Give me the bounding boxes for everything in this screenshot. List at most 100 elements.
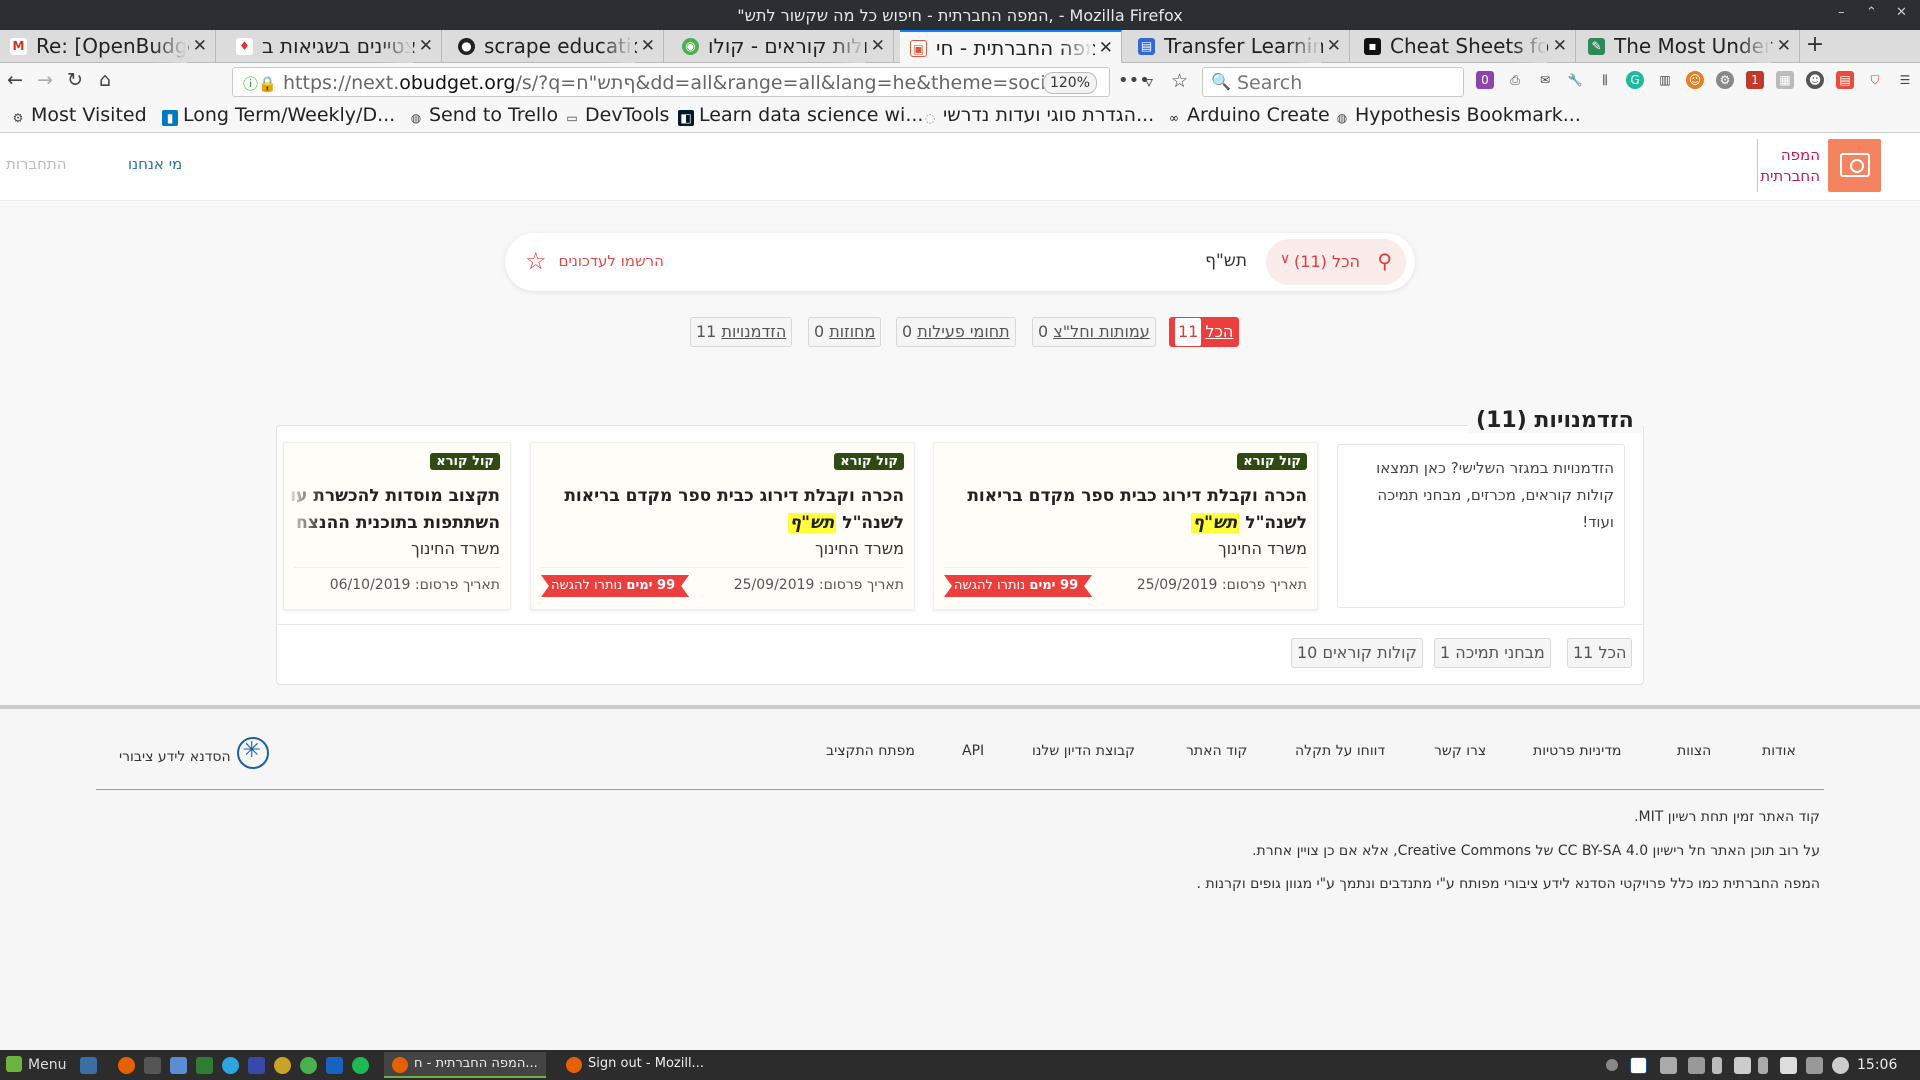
bookmark-most-visited[interactable]: ⚙ Most Visited	[10, 104, 147, 126]
user-icon[interactable]	[1606, 1059, 1618, 1071]
footer-link-budget-key[interactable]: מפתח התקציב	[826, 743, 915, 759]
footer-link-api[interactable]: API	[962, 743, 984, 759]
close-tab-icon[interactable]: ✕	[415, 30, 433, 63]
editor-icon[interactable]	[196, 1057, 213, 1074]
footer-link-team[interactable]: הצוות	[1677, 743, 1711, 759]
card-title[interactable]: הכרה וקבלת דירוג כבית ספר מקדם בריאות לש…	[531, 483, 904, 537]
telegram-icon[interactable]	[222, 1057, 239, 1074]
taskbar-firefox-window[interactable]: המפה החברתית - ח...	[384, 1052, 546, 1078]
result-card[interactable]: קול קורא תקצוב מוסדות להכשרת עו השתתפות …	[283, 442, 511, 610]
app-green-icon[interactable]	[300, 1057, 317, 1074]
home-icon[interactable]: ⌂	[92, 69, 118, 91]
tab-transfer-learning[interactable]: ▤ Transfer Learning ✕	[1128, 30, 1350, 63]
bookmark-hypothesis[interactable]: ◍ Hypothesis Bookmark...	[1334, 104, 1581, 126]
print-icon[interactable]: ⎙	[1506, 71, 1524, 89]
close-tab-icon[interactable]: ✕	[637, 30, 655, 63]
filter-tab-all[interactable]: הכל11	[1169, 317, 1240, 347]
dropbox-icon[interactable]	[1780, 1057, 1797, 1074]
tab-most-underrated[interactable]: ✎ The Most Underra ✕	[1578, 30, 1800, 63]
tab-gmail[interactable]: M Re: [OpenBudget/ ✕	[0, 30, 216, 63]
shield-icon[interactable]	[1734, 1057, 1751, 1074]
app-icon[interactable]	[248, 1057, 265, 1074]
lock-icon[interactable]: ⓘ🔒	[243, 73, 277, 94]
taskbar-firefox-window-2[interactable]: Sign out - Mozill...	[558, 1052, 712, 1078]
filter-tab-organizations[interactable]: עמותות וחל"צ 0	[1032, 317, 1156, 347]
files-icon[interactable]	[170, 1057, 187, 1074]
reload-icon[interactable]: ↻	[62, 69, 88, 91]
footer-link-report-bug[interactable]: דווחו על תקלה	[1295, 743, 1385, 759]
footer-link-about[interactable]: אודות	[1762, 743, 1796, 759]
pocket-icon[interactable]: ▿	[1145, 72, 1153, 91]
close-tab-icon[interactable]: ✕	[1094, 32, 1113, 64]
hasadna-link[interactable]: הסדנא לידע ציבורי	[119, 737, 269, 773]
firefox-icon[interactable]	[118, 1057, 135, 1074]
volume-icon[interactable]	[1688, 1057, 1705, 1074]
maximize-icon[interactable]: ⌃	[1866, 5, 1877, 20]
clock[interactable]: 15:06	[1857, 1057, 1897, 1073]
start-menu-button[interactable]: Menu	[6, 1056, 66, 1073]
close-window-icon[interactable]: ✕	[1896, 5, 1907, 20]
filter-tab-opportunities[interactable]: הזדמנויות 11	[690, 317, 793, 347]
filter-tab-districts[interactable]: מחוזות 0	[808, 317, 882, 347]
wrench-icon[interactable]: 🔧	[1566, 71, 1584, 89]
close-tab-icon[interactable]: ✕	[189, 30, 207, 63]
search-filter-dropdown[interactable]: ⚲ הכל (11) ∨	[1266, 239, 1406, 285]
close-tab-icon[interactable]: ✕	[867, 30, 885, 63]
spotify-icon[interactable]	[352, 1057, 369, 1074]
site-logo-text[interactable]: המפה החברתית	[1740, 145, 1820, 187]
extension-face-icon[interactable]: ☺	[1686, 71, 1704, 89]
bookmark-datacamp[interactable]: ◧ Learn data science wi...	[678, 104, 923, 126]
filter-tab-activity-areas[interactable]: תחומי פעילות 0	[896, 317, 1016, 347]
bookmark-arduino[interactable]: ∞ Arduino Create	[1166, 104, 1330, 126]
nav-login-link[interactable]: התחברות	[6, 155, 67, 173]
extension-grid-icon[interactable]: ▦	[1776, 71, 1794, 89]
tab-kolot-korim[interactable]: ◉ קולות קוראים - קולו ✕	[672, 30, 894, 63]
keyboard-layout-icon[interactable]	[1630, 1057, 1647, 1074]
footer-link-contact[interactable]: צרו קשר	[1434, 743, 1486, 759]
subscribe-button[interactable]: ☆ הרשמו לעדכונים	[525, 247, 664, 275]
battery-icon[interactable]	[1712, 1057, 1722, 1074]
bookmark-committees[interactable]: ◌ הגדרת סוגי ועדות נדרשי...	[922, 104, 1154, 126]
network-icon[interactable]	[1660, 1057, 1677, 1074]
url-bar[interactable]: ⓘ🔒 https://next.obudget.org/s/?q=ףתש"ח&d…	[232, 67, 1188, 97]
extension-user-icon[interactable]: ☻	[1806, 71, 1824, 89]
subtab-all[interactable]: הכל 11	[1567, 638, 1633, 668]
footer-link-privacy[interactable]: מדיניות פרטיות	[1533, 743, 1621, 759]
search-input[interactable]: תש"ף	[1117, 251, 1247, 271]
show-desktop-icon[interactable]	[80, 1057, 97, 1074]
subtab-support-tests[interactable]: מבחני תמיכה 1	[1434, 638, 1551, 668]
close-tab-icon[interactable]: ✕	[1549, 30, 1567, 63]
bookmark-devtools[interactable]: ▭ DevTools	[564, 104, 669, 126]
minimize-icon[interactable]: –	[1838, 5, 1845, 20]
bluetooth-icon[interactable]	[1758, 1057, 1768, 1074]
notes-icon[interactable]	[326, 1057, 343, 1074]
extension-red-icon[interactable]: ▤	[1836, 71, 1854, 89]
extension-icon[interactable]: 0	[1476, 71, 1494, 89]
sidebar-icon[interactable]: ▥	[1656, 71, 1674, 89]
grammarly-icon[interactable]: G	[1626, 71, 1644, 89]
library-icon[interactable]: ⫼	[1596, 71, 1614, 89]
bookmark-star-icon[interactable]: ☆	[1171, 70, 1188, 92]
bookmark-send-to-trello[interactable]: ◍ Send to Trello	[408, 104, 558, 126]
mail-icon[interactable]: ✉	[1536, 71, 1554, 89]
card-title[interactable]: הכרה וקבלת דירוג כבית ספר מקדם בריאות לש…	[934, 483, 1307, 537]
close-tab-icon[interactable]: ✕	[1773, 30, 1791, 63]
bookmark-trello[interactable]: ▮ Long Term/Weekly/D...	[162, 104, 395, 126]
back-icon[interactable]: ←	[2, 69, 28, 91]
notification-icon[interactable]: 1	[1746, 71, 1764, 89]
hamburger-menu-icon[interactable]: ☰	[1896, 71, 1914, 89]
tab-github[interactable]: ● scrape education ✕	[448, 30, 664, 63]
terminal-icon[interactable]	[144, 1057, 161, 1074]
new-tab-button[interactable]: +	[1800, 32, 1830, 57]
tray-icon[interactable]	[1806, 1057, 1823, 1074]
url-text[interactable]: https://next.obudget.org/s/?q=ףתש"ח&dd=a…	[283, 72, 1243, 94]
tab-cheat-sheets[interactable]: ▪ Cheat Sheets for A ✕	[1354, 30, 1576, 63]
weather-icon[interactable]	[1832, 1057, 1849, 1074]
extension-gear-icon[interactable]: ⚙	[1716, 71, 1734, 89]
forward-icon[interactable]: →	[32, 69, 58, 91]
tab-hebrew-errors[interactable]: ♦ המצטיינים בשגיאות ב ✕	[226, 30, 442, 63]
result-card[interactable]: קול קורא הכרה וקבלת דירוג כבית ספר מקדם …	[530, 442, 915, 610]
tab-obudget-active[interactable]: ▣ המפה החברתית - חי ✕	[900, 30, 1122, 64]
app-yellow-icon[interactable]	[274, 1057, 291, 1074]
shield-icon[interactable]: ⛉	[1866, 71, 1884, 89]
